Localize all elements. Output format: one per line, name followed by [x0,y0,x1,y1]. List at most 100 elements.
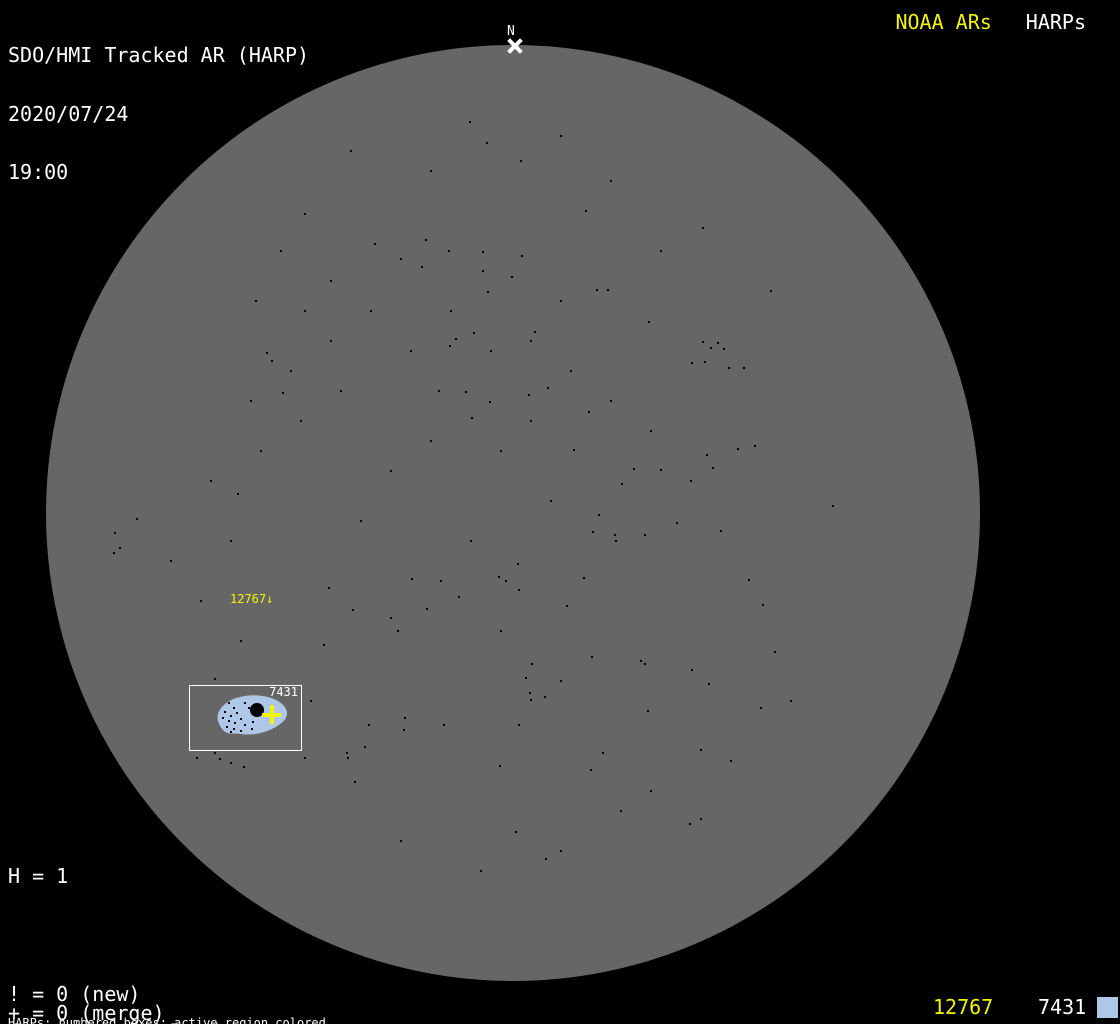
speckle-dot [515,831,517,833]
speckle-dot [455,338,457,340]
speckle-dot [529,692,531,694]
speckle-dot [712,467,714,469]
speckle-dot [591,656,593,658]
speckle-dot [644,534,646,536]
north-x-mark-icon [506,37,524,55]
noaa-ar-cross-icon [262,705,281,724]
speckle-dot [720,530,722,532]
speckle-dot [214,678,216,680]
speckle-dot [266,352,268,354]
speckle-dot [832,505,834,507]
speckle-dot [470,540,472,542]
speckle-dot [330,280,332,282]
speckle-dot [368,724,370,726]
speckle-dot [620,810,622,812]
speckle-dot [762,604,764,606]
speckle-dot [717,342,719,344]
speckle-dot [487,291,489,293]
speckle-dot [706,454,708,456]
speckle-dot [304,757,306,759]
speckle-dot [644,663,646,665]
speckle-dot [710,347,712,349]
speckle-dot [704,361,706,363]
speckle-dot [614,534,616,536]
caption-block: HARPs: numbered boxes; active region col… [8,991,427,1024]
speckle-dot [615,540,617,542]
speckle-dot [530,699,532,701]
speckle-dot [607,289,609,291]
speckle-dot [490,350,492,352]
speckle-dot [590,769,592,771]
speckle-dot [545,858,547,860]
speckle-dot [517,563,519,565]
speckle-dot [748,579,750,581]
speckle-dot [364,746,366,748]
speckle-dot [596,289,598,291]
speckle-dot [397,630,399,632]
speckle-dot [700,749,702,751]
speckle-dot [723,348,725,350]
footer-harp-number: 7431 [1038,995,1087,1019]
speckle-dot [676,522,678,524]
speckle-dot [438,390,440,392]
speckle-dot [330,340,332,342]
speckle-dot [404,717,406,719]
speckle-dot [243,766,245,768]
speckle-dot [520,160,522,162]
speckle-dot [660,250,662,252]
speckle-dot [410,350,412,352]
speckle-dot [354,781,356,783]
harp-color-swatch [1097,997,1118,1018]
speckle-dot [633,468,635,470]
speckle-dot [403,729,405,731]
speckle-dot [230,762,232,764]
speckle-dot [640,660,642,662]
speckle-dot [550,500,552,502]
speckle-dot [560,135,562,137]
speckle-dot [374,243,376,245]
speckle-dot [585,210,587,212]
speckle-dot [114,532,116,534]
speckle-dot [570,370,572,372]
speckle-dot [531,663,533,665]
speckle-dot [610,180,612,182]
speckle-dot [304,310,306,312]
speckle-dot [534,331,536,333]
speckle-dot [500,630,502,632]
speckle-dot [482,251,484,253]
speckle-dot [214,752,216,754]
speckle-dot [560,300,562,302]
speckle-dot [390,617,392,619]
speckle-dot [465,391,467,393]
speckle-dot [660,469,662,471]
speckle-dot [528,394,530,396]
speckle-dot [347,757,349,759]
speckle-dot [592,531,594,533]
speckle-dot [323,644,325,646]
speckle-dot [113,552,115,554]
harp-box-7431: 7431 [189,685,302,751]
speckle-dot [691,669,693,671]
speckle-dot [730,760,732,762]
speckle-dot [544,696,546,698]
speckle-dot [602,752,604,754]
speckle-dot [547,387,549,389]
speckle-dot [360,520,362,522]
speckle-dot [499,765,501,767]
speckle-dot [480,870,482,872]
speckle-dot [230,540,232,542]
speckle-dot [530,340,532,342]
speckle-dot [196,757,198,759]
speckle-dot [530,420,532,422]
speckle-dot [425,239,427,241]
speckle-dot [440,580,442,582]
speckle-dot [237,493,239,495]
speckle-dot [200,600,202,602]
speckle-dot [400,258,402,260]
speckle-dot [702,341,704,343]
speckle-dot [650,790,652,792]
speckle-dot [469,121,471,123]
speckle-dot [774,651,776,653]
plot-date: 2020/07/24 [8,101,129,126]
legend-spacer [8,924,237,947]
